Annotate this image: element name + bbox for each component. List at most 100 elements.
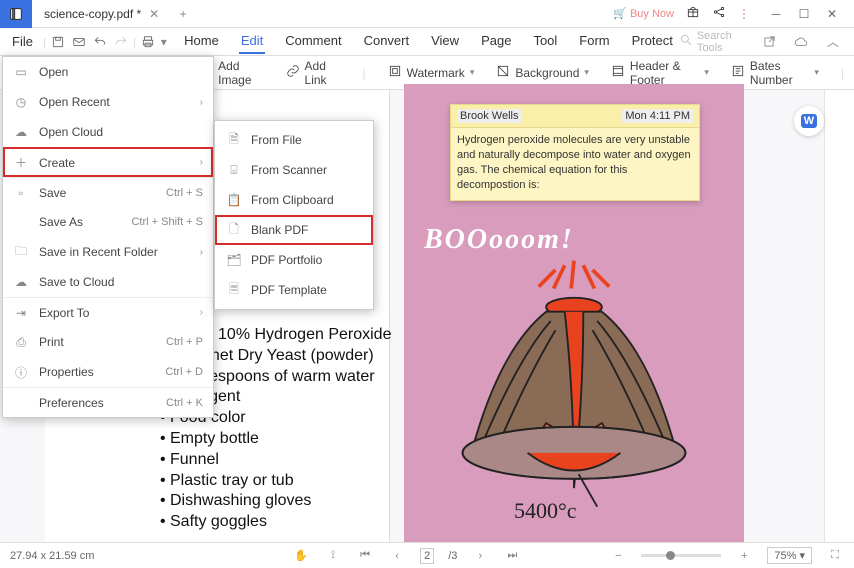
- word-export-badge[interactable]: W: [794, 106, 824, 136]
- submenu-label: From Scanner: [251, 163, 327, 177]
- undo-icon[interactable]: [91, 31, 110, 53]
- next-page-button[interactable]: ›: [471, 550, 489, 562]
- menu-create[interactable]: ＋Create›: [3, 147, 213, 177]
- maximize-button[interactable]: ☐: [790, 4, 818, 24]
- tab-protect[interactable]: Protect: [630, 29, 675, 54]
- zoom-in-button[interactable]: +: [735, 550, 753, 562]
- menu-label: Open Recent: [39, 95, 190, 109]
- submenu-label: Blank PDF: [251, 223, 308, 237]
- document-tab-label: science-copy.pdf *: [44, 7, 141, 21]
- tab-page[interactable]: Page: [479, 29, 513, 54]
- gift-icon[interactable]: [686, 5, 700, 22]
- app-icon: [0, 0, 32, 28]
- list-item: Empty bottle: [170, 429, 391, 450]
- bates-number-label: Bates Number: [750, 59, 809, 87]
- fullscreen-icon[interactable]: ⛶: [826, 549, 844, 562]
- template-icon: 🗏: [227, 280, 241, 301]
- shortcut: Ctrl + D: [165, 366, 203, 378]
- menu-export[interactable]: ⇥Export To›: [3, 297, 213, 327]
- menu-label: Open: [39, 65, 203, 79]
- menu-save-as[interactable]: Save AsCtrl + Shift + S: [3, 207, 213, 237]
- print-dropdown-caret[interactable]: ▾: [159, 35, 168, 49]
- print-icon[interactable]: [138, 31, 157, 53]
- boom-text: BOOooom!: [424, 224, 734, 256]
- select-tool-icon[interactable]: ⟟: [324, 549, 342, 562]
- zoom-thumb[interactable]: [666, 551, 675, 560]
- tab-tool[interactable]: Tool: [531, 29, 559, 54]
- note-body[interactable]: Hydrogen peroxide molecules are very uns…: [451, 128, 699, 200]
- background-button[interactable]: Background▾: [496, 64, 589, 81]
- menu-row: File | | ▾ Home Edit Comment Convert Vie…: [0, 28, 854, 56]
- share-icon[interactable]: [712, 5, 726, 22]
- submenu-from-scanner[interactable]: ⌻ From Scanner: [215, 155, 373, 185]
- menu-open-cloud[interactable]: ☁Open Cloud: [3, 117, 213, 147]
- menu-label: Save As: [39, 215, 121, 229]
- tab-comment[interactable]: Comment: [283, 29, 343, 54]
- menu-save-cloud[interactable]: ☁ Save to Cloud: [3, 267, 213, 297]
- menu-print[interactable]: ⎙PrintCtrl + P: [3, 327, 213, 357]
- scanner-icon: ⌻: [227, 163, 241, 178]
- menu-label: Print: [39, 335, 156, 349]
- menu-save[interactable]: ▫SaveCtrl + S: [3, 177, 213, 207]
- open-external-icon[interactable]: [758, 31, 780, 53]
- menu-label: Export To: [39, 306, 190, 320]
- submenu-blank-pdf[interactable]: 🗋Blank PDF: [215, 215, 373, 245]
- prev-page-button[interactable]: ‹: [388, 550, 406, 562]
- tab-edit[interactable]: Edit: [239, 29, 265, 54]
- zoom-out-button[interactable]: −: [609, 550, 627, 562]
- new-tab-button[interactable]: +: [173, 7, 193, 21]
- search-tools[interactable]: Search Tools: [679, 30, 750, 54]
- header-footer-icon: [611, 64, 625, 81]
- redo-icon[interactable]: [112, 31, 131, 53]
- tab-form[interactable]: Form: [577, 29, 611, 54]
- sticky-note[interactable]: Brook Wells Mon 4:11 PM Hydrogen peroxid…: [450, 104, 700, 201]
- chevron-up-icon[interactable]: ︿: [822, 31, 844, 53]
- hand-tool-icon[interactable]: ✋: [292, 549, 310, 562]
- header-footer-button[interactable]: Header & Footer▾: [611, 59, 709, 87]
- document-tab[interactable]: science-copy.pdf * ✕: [36, 2, 169, 26]
- chevron-right-icon: ›: [200, 247, 203, 258]
- folder-icon: 🗀: [13, 242, 29, 263]
- close-window-button[interactable]: ✕: [818, 4, 846, 24]
- folder-icon: ▭: [13, 65, 29, 79]
- close-tab-icon[interactable]: ✕: [147, 7, 161, 21]
- menu-label: Save to Cloud: [39, 275, 203, 289]
- tab-convert[interactable]: Convert: [362, 29, 412, 54]
- file-dropdown: ▭ Open ◷Open Recent› ☁Open Cloud ＋Create›…: [2, 56, 214, 418]
- zoom-slider[interactable]: [641, 554, 721, 557]
- zoom-value[interactable]: 75% ▾: [767, 547, 812, 564]
- more-icon[interactable]: ⋮: [738, 7, 750, 21]
- menu-preferences[interactable]: PreferencesCtrl + K: [3, 387, 213, 417]
- save-icon[interactable]: [48, 31, 67, 53]
- add-link-button[interactable]: Add Link: [286, 59, 341, 87]
- bates-number-button[interactable]: Bates Number▾: [731, 59, 819, 87]
- submenu-label: PDF Portfolio: [251, 253, 322, 267]
- first-page-button[interactable]: ⏮: [356, 549, 374, 562]
- buy-now-button[interactable]: 🛒 Buy Now: [613, 7, 674, 20]
- list-item: Funnel: [170, 450, 391, 471]
- portfolio-icon: 🗂: [227, 253, 241, 267]
- cloud-icon[interactable]: [790, 31, 812, 53]
- submenu-from-file[interactable]: 🗎From File: [215, 125, 373, 155]
- menu-save-recent-folder[interactable]: 🗀Save in Recent Folder›: [3, 237, 213, 267]
- page-input[interactable]: 2: [420, 548, 434, 564]
- add-image-label: Add Image: [218, 59, 263, 87]
- tab-home[interactable]: Home: [182, 29, 221, 54]
- tab-view[interactable]: View: [429, 29, 461, 54]
- submenu-pdf-template[interactable]: 🗏PDF Template: [215, 275, 373, 305]
- watermark-button[interactable]: Watermark▾: [388, 64, 475, 81]
- note-author: Brook Wells: [457, 109, 521, 123]
- submenu-from-clipboard[interactable]: 📋From Clipboard: [215, 185, 373, 215]
- menu-open-recent[interactable]: ◷Open Recent›: [3, 87, 213, 117]
- mail-icon[interactable]: [69, 31, 88, 53]
- file-menu-button[interactable]: File: [4, 30, 41, 53]
- titlebar: science-copy.pdf * ✕ + 🛒 Buy Now ⋮ ─ ☐ ✕: [0, 0, 854, 28]
- menu-open[interactable]: ▭ Open: [3, 57, 213, 87]
- cloud-up-icon: ☁: [13, 275, 29, 289]
- last-page-button[interactable]: ⏭: [503, 549, 521, 562]
- file-icon: 🗎: [227, 130, 241, 151]
- menu-properties[interactable]: ⓘPropertiesCtrl + D: [3, 357, 213, 387]
- submenu-pdf-portfolio[interactable]: 🗂 PDF Portfolio: [215, 245, 373, 275]
- list-item: Dishwashing gloves: [170, 491, 391, 512]
- minimize-button[interactable]: ─: [762, 4, 790, 24]
